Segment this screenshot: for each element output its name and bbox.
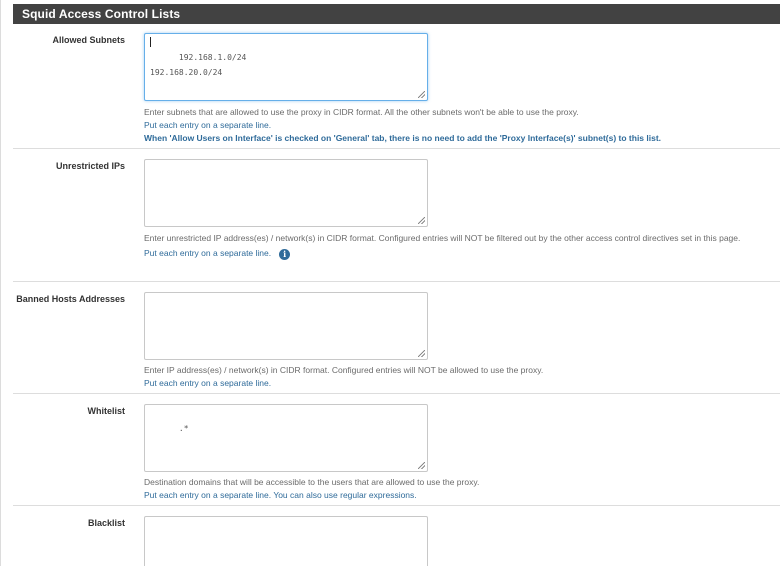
allowed-subnets-help: Enter subnets that are allowed to use th… [144,106,772,145]
blacklist-label: Blacklist [87,518,125,528]
help-note: When 'Allow Users on Interface' is check… [144,133,662,143]
help-text: Destination domains that will be accessi… [144,477,480,487]
squid-acl-panel: Squid Access Control Lists Allowed Subne… [0,0,780,566]
help-text: Put each entry on a separate line. [144,248,272,258]
help-text: Enter subnets that are allowed to use th… [144,107,579,117]
whitelist-textarea[interactable]: .* [144,404,428,472]
help-text-with-icon: Put each entry on a separate line. i [144,247,772,260]
whitelist-help: Destination domains that will be accessi… [144,476,772,502]
help-text: Put each entry on a separate line. [144,378,272,388]
banned-hosts-help: Enter IP address(es) / network(s) in CID… [144,364,772,390]
banned-hosts-textarea[interactable] [144,292,428,360]
row-allowed-subnets: Allowed Subnets 192.168.1.0/24 192.168.2… [13,24,780,148]
section-title: Squid Access Control Lists [13,4,780,24]
resize-grip-icon[interactable] [418,462,425,469]
row-unrestricted-ips: Unrestricted IPs Enter unrestricted IP a… [13,148,780,281]
row-blacklist: Blacklist [13,505,780,566]
info-circle-icon[interactable]: i [279,249,291,260]
allowed-subnets-textarea[interactable]: 192.168.1.0/24 192.168.20.0/24 [144,33,428,101]
unrestricted-ips-label: Unrestricted IPs [55,161,125,171]
allowed-subnets-label: Allowed Subnets [52,35,125,45]
blacklist-textarea[interactable] [144,516,428,566]
banned-hosts-label: Banned Hosts Addresses [16,294,125,304]
help-text: Enter unrestricted IP address(es) / netw… [144,233,741,243]
unrestricted-ips-textarea[interactable] [144,159,428,227]
help-text: Put each entry on a separate line. You c… [144,490,417,500]
help-text: Put each entry on a separate line. [144,120,272,130]
help-text: Enter IP address(es) / network(s) in CID… [144,365,544,375]
whitelist-value: .* [178,424,189,433]
row-banned-hosts: Banned Hosts Addresses Enter IP address(… [13,281,780,393]
unrestricted-ips-help: Enter unrestricted IP address(es) / netw… [144,232,772,260]
text-caret [150,37,151,47]
allowed-subnets-value: 192.168.1.0/24 192.168.20.0/24 [150,53,247,77]
resize-grip-icon[interactable] [418,350,425,357]
whitelist-label: Whitelist [87,406,126,416]
resize-grip-icon[interactable] [418,217,425,224]
resize-grip-icon[interactable] [418,91,425,98]
row-whitelist: Whitelist .* Destination domains that wi… [13,393,780,505]
